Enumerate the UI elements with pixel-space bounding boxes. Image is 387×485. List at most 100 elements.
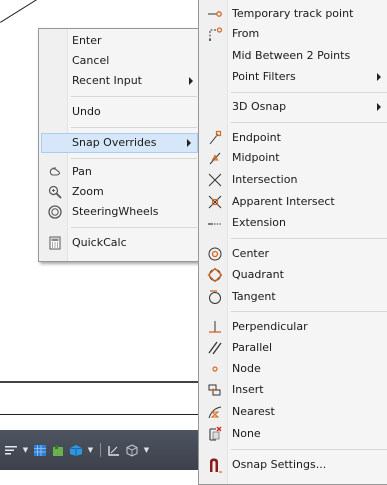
menu-item-label: Perpendicular bbox=[232, 320, 308, 333]
steeringwheels-icon bbox=[47, 204, 63, 220]
menu-item-label: Midpoint bbox=[232, 151, 280, 164]
menu-separator bbox=[231, 122, 387, 123]
from-icon bbox=[207, 26, 223, 42]
pan-icon bbox=[47, 164, 63, 180]
menu-item-label: None bbox=[232, 427, 261, 440]
menu-item-midpoint[interactable]: Midpoint bbox=[200, 148, 387, 168]
menu-item-insert[interactable]: Insert bbox=[200, 380, 387, 400]
menu-item-snap-overrides[interactable]: Snap Overrides bbox=[41, 133, 198, 153]
menu-item-label: Endpoint bbox=[232, 131, 281, 144]
menu-item-tangent[interactable]: Tangent bbox=[200, 287, 387, 307]
menu-item-label: Zoom bbox=[72, 185, 104, 198]
menu-item-recent-input[interactable]: Recent Input bbox=[40, 71, 199, 91]
menu-item-undo[interactable]: Undo bbox=[40, 102, 199, 122]
menu-item-enter[interactable]: Enter bbox=[40, 31, 199, 51]
menu-item-label: 3D Osnap bbox=[232, 100, 287, 113]
menu-item-none[interactable]: None bbox=[200, 424, 387, 444]
submenu-arrow-icon bbox=[377, 73, 381, 81]
menu-item-steeringwheels[interactable]: SteeringWheels bbox=[40, 202, 199, 222]
snap-overrides-submenu: Temporary track point From Mid Between 2… bbox=[198, 0, 387, 485]
menu-item-osnap-settings[interactable]: Osnap Settings... bbox=[200, 455, 387, 475]
menu-item-label: Node bbox=[232, 362, 261, 375]
track-point-icon bbox=[207, 6, 223, 22]
apparent-intersect-icon bbox=[207, 194, 223, 210]
quadrant-icon bbox=[207, 267, 223, 283]
menu-item-zoom[interactable]: Zoom bbox=[40, 182, 199, 202]
context-menu: Enter Cancel Recent Input Undo Snap Over… bbox=[38, 28, 201, 262]
menu-item-from[interactable]: From bbox=[200, 24, 387, 44]
menu-item-label: Center bbox=[232, 247, 270, 260]
ucs-icon[interactable] bbox=[107, 444, 121, 457]
intersection-icon bbox=[207, 172, 223, 188]
menu-item-label: Snap Overrides bbox=[72, 136, 157, 149]
menu-item-perpendicular[interactable]: Perpendicular bbox=[200, 317, 387, 337]
menu-separator bbox=[71, 158, 197, 159]
parallel-icon bbox=[207, 340, 223, 356]
menu-item-nearest[interactable]: Nearest bbox=[200, 402, 387, 422]
drawing-line bbox=[0, 0, 45, 23]
menu-item-label: Osnap Settings... bbox=[232, 458, 327, 471]
chevron-down-icon[interactable]: ▼ bbox=[143, 446, 150, 454]
menu-item-label: Extension bbox=[232, 216, 287, 229]
status-bar: ▼ ▼ ▼ bbox=[0, 430, 200, 470]
submenu-arrow-icon bbox=[377, 103, 381, 111]
center-icon bbox=[207, 246, 223, 262]
menu-item-quickcalc[interactable]: QuickCalc bbox=[40, 233, 199, 253]
menu-item-parallel[interactable]: Parallel bbox=[200, 338, 387, 358]
extension-icon bbox=[207, 215, 223, 231]
calculator-icon bbox=[47, 235, 63, 251]
customize-icon[interactable] bbox=[4, 444, 18, 457]
drawing-line bbox=[0, 414, 200, 415]
menu-separator bbox=[71, 96, 197, 97]
menu-item-label: Enter bbox=[72, 34, 102, 47]
chevron-down-icon[interactable]: ▼ bbox=[22, 446, 29, 454]
menu-item-label: Tangent bbox=[232, 290, 276, 303]
menu-item-label: Point Filters bbox=[232, 70, 296, 83]
menu-item-node[interactable]: Node bbox=[200, 359, 387, 379]
menu-item-3d-osnap[interactable]: 3D Osnap bbox=[200, 97, 387, 117]
menu-item-center[interactable]: Center bbox=[200, 244, 387, 264]
menu-item-pan[interactable]: Pan bbox=[40, 162, 199, 182]
menu-item-label: Recent Input bbox=[72, 74, 142, 87]
menu-item-label: SteeringWheels bbox=[72, 205, 159, 218]
menu-separator bbox=[231, 449, 387, 450]
node-icon bbox=[207, 361, 223, 377]
menu-separator bbox=[231, 92, 387, 93]
3d-box-icon[interactable] bbox=[125, 443, 139, 457]
endpoint-icon bbox=[207, 130, 223, 146]
perpendicular-icon bbox=[207, 319, 223, 335]
separator bbox=[100, 443, 101, 457]
none-icon bbox=[207, 426, 223, 442]
insert-icon bbox=[207, 382, 223, 398]
chevron-down-icon[interactable]: ▼ bbox=[87, 446, 94, 454]
osnap-settings-icon bbox=[207, 457, 223, 473]
menu-separator bbox=[71, 127, 197, 128]
menu-item-point-filters[interactable]: Point Filters bbox=[200, 67, 387, 87]
menu-item-label: Cancel bbox=[72, 54, 110, 67]
grid-display-icon[interactable] bbox=[33, 444, 47, 457]
menu-item-label: From bbox=[232, 27, 260, 40]
menu-item-temporary-track-point[interactable]: Temporary track point bbox=[200, 4, 387, 24]
menu-item-label: Temporary track point bbox=[232, 7, 354, 20]
menu-item-label: Nearest bbox=[232, 405, 275, 418]
menu-item-intersection[interactable]: Intersection bbox=[200, 170, 387, 190]
menu-item-label: Mid Between 2 Points bbox=[232, 49, 351, 62]
snap-mode-icon[interactable] bbox=[51, 444, 65, 457]
zoom-icon bbox=[47, 184, 63, 200]
menu-item-label: QuickCalc bbox=[72, 236, 127, 249]
menu-item-label: Pan bbox=[72, 165, 92, 178]
menu-item-endpoint[interactable]: Endpoint bbox=[200, 128, 387, 148]
submenu-arrow-icon bbox=[187, 139, 191, 147]
menu-item-quadrant[interactable]: Quadrant bbox=[200, 265, 387, 285]
midpoint-icon bbox=[207, 150, 223, 166]
menu-item-label: Apparent Intersect bbox=[232, 195, 335, 208]
menu-item-cancel[interactable]: Cancel bbox=[40, 51, 199, 71]
menu-item-label: Undo bbox=[72, 105, 101, 118]
menu-item-label: Quadrant bbox=[232, 268, 284, 281]
nearest-icon bbox=[207, 404, 223, 420]
menu-item-apparent-intersect[interactable]: Apparent Intersect bbox=[200, 192, 387, 212]
menu-item-extension[interactable]: Extension bbox=[200, 213, 387, 233]
drawing-line bbox=[0, 381, 200, 383]
3d-object-icon[interactable] bbox=[69, 444, 83, 457]
menu-item-mid-between-2-points[interactable]: Mid Between 2 Points bbox=[200, 46, 387, 66]
